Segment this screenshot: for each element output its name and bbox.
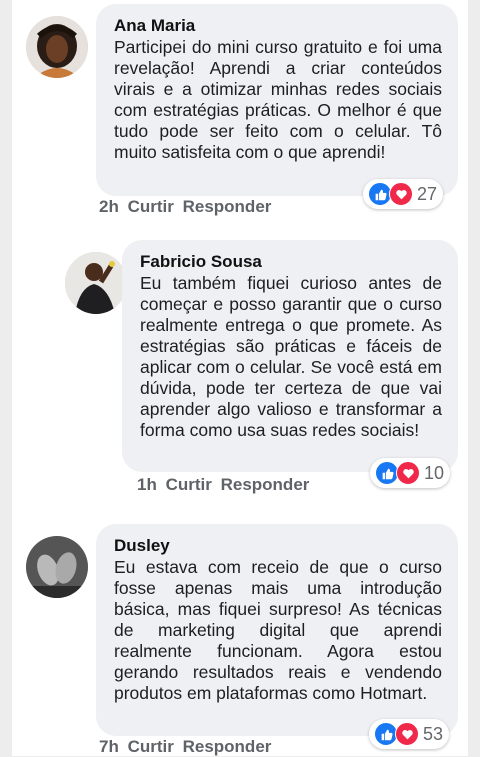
comment-author[interactable]: Dusley	[114, 536, 442, 556]
comment-bubble: Ana Maria Participei do mini curso gratu…	[96, 4, 458, 196]
like-button[interactable]: Curtir	[166, 475, 212, 494]
comment-time[interactable]: 2h	[99, 197, 119, 216]
comment-actions: 1h Curtir Responder	[137, 475, 313, 495]
comment-actions: 2h Curtir Responder	[99, 197, 275, 217]
avatar[interactable]	[65, 252, 127, 314]
comment-author[interactable]: Ana Maria	[114, 16, 442, 36]
comment-time[interactable]: 1h	[137, 475, 157, 494]
avatar[interactable]	[26, 16, 88, 78]
reaction-count: 10	[424, 462, 445, 483]
comment-bubble: Dusley Eu estava com receio de que o cur…	[96, 524, 458, 736]
reply-button[interactable]: Responder	[221, 475, 310, 494]
comment-time[interactable]: 7h	[99, 737, 119, 756]
love-icon	[389, 182, 413, 206]
reaction-summary[interactable]: 10	[370, 458, 451, 488]
love-icon	[396, 461, 420, 485]
comment-author[interactable]: Fabricio Sousa	[140, 252, 442, 272]
reply-button[interactable]: Responder	[183, 197, 272, 216]
like-button[interactable]: Curtir	[128, 197, 174, 216]
comments-page: Ana Maria Participei do mini curso gratu…	[12, 0, 468, 756]
like-button[interactable]: Curtir	[128, 737, 174, 756]
reaction-count: 27	[417, 183, 438, 204]
reply-button[interactable]: Responder	[183, 737, 272, 756]
reaction-summary[interactable]: 27	[363, 179, 444, 209]
love-icon	[395, 722, 419, 746]
avatar[interactable]	[26, 536, 88, 598]
reaction-count: 53	[423, 723, 444, 744]
comment-text: Eu também fiquei curioso antes de começa…	[140, 273, 442, 440]
comment-bubble: Fabricio Sousa Eu também fiquei curioso …	[122, 240, 458, 472]
comment-text: Participei do mini curso gratuito e foi …	[114, 37, 442, 162]
comment-actions: 7h Curtir Responder	[99, 737, 275, 757]
reaction-summary[interactable]: 53	[369, 719, 450, 749]
comment-text: Eu estava com receio de que o curso foss…	[114, 557, 442, 703]
